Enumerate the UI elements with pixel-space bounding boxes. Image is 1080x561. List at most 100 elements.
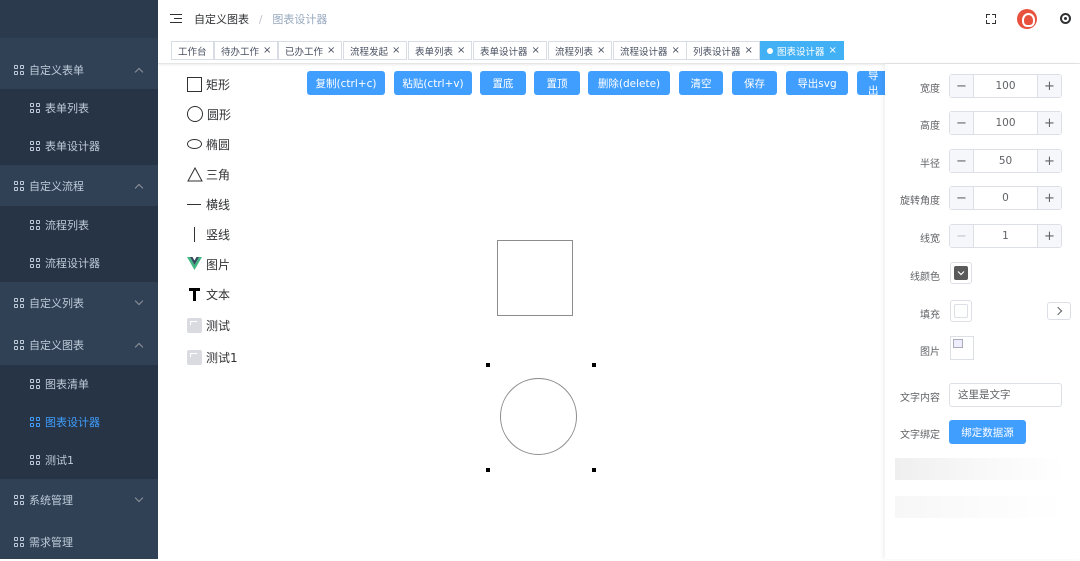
palette-item-triangle[interactable]: 三角: [187, 163, 230, 185]
width-stepper[interactable]: − 100 +: [949, 74, 1062, 98]
close-icon[interactable]: ×: [532, 45, 540, 56]
close-icon[interactable]: ×: [263, 45, 271, 56]
export-svg-button[interactable]: 导出svg: [786, 71, 848, 95]
settings-icon[interactable]: [1060, 13, 1071, 24]
tag-workbench[interactable]: 工作台: [171, 41, 214, 60]
height-value[interactable]: 100: [974, 112, 1037, 134]
sidebar-item-requirement-management[interactable]: 需求管理: [0, 523, 158, 561]
line-color-picker[interactable]: [950, 262, 972, 284]
palette-item-test[interactable]: 测试: [187, 314, 230, 336]
send-to-bottom-button[interactable]: 置底: [480, 71, 526, 95]
avatar[interactable]: [1017, 9, 1037, 29]
sidebar-item-form-designer[interactable]: 表单设计器: [0, 127, 158, 165]
palette-item-ellipse[interactable]: 椭圆: [187, 133, 230, 155]
fill-label: 填充: [920, 310, 940, 321]
sidebar-item-flow-list[interactable]: 流程列表: [0, 206, 158, 244]
resize-handle-top-left[interactable]: [486, 363, 490, 367]
palette-item-horizontal-line[interactable]: 横线: [187, 193, 230, 215]
copy-button[interactable]: 复制(ctrl+c): [307, 71, 385, 95]
rotation-stepper[interactable]: − 0 +: [949, 186, 1062, 210]
decrease-button[interactable]: −: [950, 75, 974, 97]
decrease-button[interactable]: −: [950, 187, 974, 209]
tag-todo[interactable]: 待办工作 ×: [214, 41, 279, 60]
tag-done[interactable]: 已办工作 ×: [278, 41, 343, 60]
tag-label: 已办工作: [285, 46, 324, 58]
palette-item-image[interactable]: 图片: [187, 253, 230, 275]
tag-flow-list[interactable]: 流程列表 ×: [548, 41, 613, 60]
increase-button[interactable]: +: [1037, 75, 1061, 97]
export-more-button[interactable]: 导出: [857, 70, 887, 97]
close-icon[interactable]: ×: [327, 45, 335, 56]
increase-button[interactable]: +: [1037, 225, 1061, 247]
paste-button[interactable]: 粘贴(ctrl+v): [394, 71, 472, 95]
sidebar-item-flow-designer[interactable]: 流程设计器: [0, 244, 158, 282]
close-icon[interactable]: ×: [672, 45, 680, 56]
tags-view: 工作台 待办工作 × 已办工作 × 流程发起 × 表单列表 × 表单设计器 × 流程列表 ×…: [158, 38, 1080, 64]
resize-handle-top-right[interactable]: [592, 363, 596, 367]
sidebar-item-custom-flow[interactable]: 自定义流程: [0, 167, 158, 205]
height-stepper[interactable]: − 100 +: [949, 111, 1062, 135]
tag-label: 图表设计器: [777, 46, 825, 58]
tag-form-designer[interactable]: 表单设计器 ×: [473, 41, 547, 60]
line-width-stepper[interactable]: − 1 +: [949, 224, 1062, 248]
bring-to-top-button[interactable]: 置顶: [534, 71, 580, 95]
palette-item-rectangle[interactable]: 矩形: [187, 73, 230, 95]
grid-icon: [30, 258, 40, 268]
width-value[interactable]: 100: [974, 75, 1037, 97]
sidebar-item-form-list[interactable]: 表单列表: [0, 89, 158, 127]
sidebar-item-chart-designer[interactable]: 图表设计器: [0, 403, 158, 441]
text-content-input[interactable]: 这里是文字: [949, 383, 1062, 407]
increase-button[interactable]: +: [1037, 187, 1061, 209]
grid-icon: [14, 181, 24, 191]
palette-item-circle[interactable]: 圆形: [187, 103, 231, 125]
palette-item-label: 横线: [206, 197, 231, 212]
bind-datasource-button[interactable]: 绑定数据源: [949, 420, 1026, 444]
sidebar-item-system-management[interactable]: 系统管理: [0, 481, 158, 519]
tag-form-list[interactable]: 表单列表 ×: [408, 41, 473, 60]
sidebar-item-custom-list[interactable]: 自定义列表: [0, 284, 158, 322]
sidebar-item-label: 图表设计器: [45, 416, 100, 429]
grid-icon: [30, 220, 40, 230]
rotation-value[interactable]: 0: [974, 187, 1037, 209]
canvas-rectangle-shape[interactable]: [497, 240, 573, 316]
tag-chart-designer[interactable]: 图表设计器 ×: [760, 41, 844, 60]
increase-button[interactable]: +: [1037, 112, 1061, 134]
resize-handle-bottom-right[interactable]: [592, 468, 596, 472]
sidebar-logo-area: [0, 0, 158, 38]
close-icon[interactable]: ×: [829, 45, 837, 56]
close-icon[interactable]: ×: [457, 45, 465, 56]
close-icon[interactable]: ×: [745, 45, 753, 56]
breadcrumb-parent[interactable]: 自定义图表: [194, 13, 249, 26]
delete-button[interactable]: 删除(delete): [588, 71, 670, 95]
decrease-button[interactable]: −: [950, 150, 974, 172]
hamburger-menu-icon[interactable]: [170, 14, 182, 24]
sidebar-item-label: 测试1: [45, 454, 74, 467]
tag-flow-start[interactable]: 流程发起 ×: [343, 41, 408, 60]
close-icon[interactable]: ×: [392, 45, 400, 56]
sidebar-item-custom-chart[interactable]: 自定义图表: [0, 326, 158, 364]
sidebar-item-chart-list[interactable]: 图表清单: [0, 365, 158, 403]
resize-handle-bottom-left[interactable]: [486, 468, 490, 472]
panel-expand-button[interactable]: [1047, 302, 1071, 320]
increase-button[interactable]: +: [1037, 150, 1061, 172]
fill-color-picker[interactable]: [950, 300, 972, 322]
clear-button[interactable]: 清空: [679, 71, 723, 95]
palette-item-test1[interactable]: 测试1: [187, 346, 238, 368]
sidebar-item-custom-form[interactable]: 自定义表单: [0, 51, 158, 89]
radius-value[interactable]: 50: [974, 150, 1037, 172]
decrease-button[interactable]: −: [950, 225, 974, 247]
tag-flow-designer[interactable]: 流程设计器 ×: [613, 41, 687, 60]
fullscreen-icon[interactable]: [986, 14, 996, 24]
sidebar-item-test1[interactable]: 测试1: [0, 441, 158, 479]
decrease-button[interactable]: −: [950, 112, 974, 134]
save-button[interactable]: 保存: [732, 71, 777, 95]
radius-stepper[interactable]: − 50 +: [949, 149, 1062, 173]
sidebar-item-label: 自定义流程: [29, 180, 84, 193]
canvas-circle-shape[interactable]: [500, 378, 577, 455]
palette-item-vertical-line[interactable]: 竖线: [187, 223, 230, 245]
palette-item-text[interactable]: 文本: [187, 283, 230, 305]
close-icon[interactable]: ×: [597, 45, 605, 56]
line-width-value[interactable]: 1: [974, 225, 1037, 247]
tag-list-designer[interactable]: 列表设计器 ×: [686, 41, 760, 60]
image-picker[interactable]: [950, 336, 974, 360]
